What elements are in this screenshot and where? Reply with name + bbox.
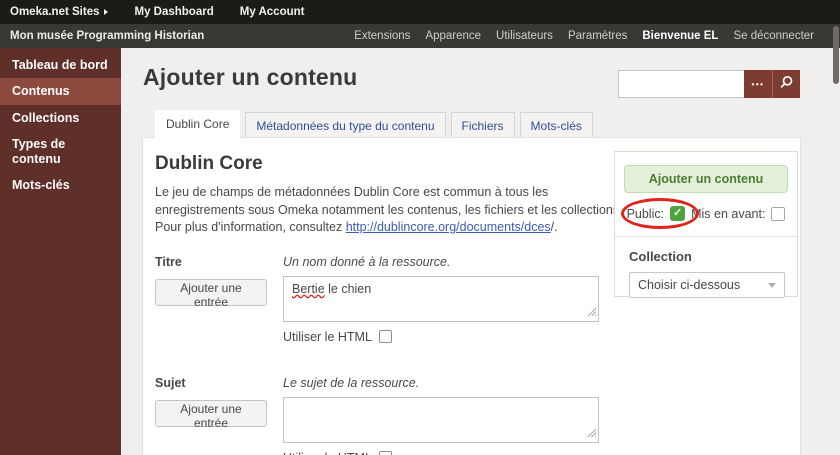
advanced-search-button[interactable]: ••• xyxy=(744,70,772,98)
public-featured-row: Public: ✓ Mis en avant: xyxy=(615,198,797,229)
nav-apparence[interactable]: Apparence xyxy=(425,30,481,42)
nav-parametres[interactable]: Paramètres xyxy=(568,30,627,42)
sidebar-item-contenus[interactable]: Contenus xyxy=(0,78,121,105)
titre-use-html-label: Utiliser le HTML xyxy=(283,329,372,344)
sidebar-item-tableau-de-bord[interactable]: Tableau de bord xyxy=(0,52,121,78)
welcome-user-link[interactable]: Bienvenue EL xyxy=(642,30,718,42)
sidebar-item-collections[interactable]: Collections xyxy=(0,105,121,131)
field-sujet-label: Sujet xyxy=(155,375,186,390)
titre-add-entry-button[interactable]: Ajouter une entrée xyxy=(155,278,267,309)
sujet-use-html-checkbox[interactable] xyxy=(378,451,392,455)
sujet-use-html-row: Utiliser le HTML xyxy=(283,451,599,455)
omeka-top-bar: Omeka.net Sites My Dashboard My Account xyxy=(0,0,840,24)
collection-select[interactable]: Choisir ci-dessous xyxy=(629,272,785,298)
chevron-down-icon xyxy=(768,282,776,288)
logout-link[interactable]: Se déconnecter xyxy=(733,30,814,42)
field-titre-left: Titre Ajouter une entrée xyxy=(155,253,283,344)
search-bar: ••• xyxy=(618,70,800,98)
caret-right-icon xyxy=(104,9,109,15)
omeka-sites-menu[interactable]: Omeka.net Sites xyxy=(10,6,109,18)
titre-use-html-checkbox[interactable] xyxy=(378,330,392,343)
sujet-add-entry-button[interactable]: Ajouter une entrée xyxy=(155,399,267,430)
field-row-sujet: Sujet Ajouter une entrée Le sujet de la … xyxy=(155,374,800,455)
sidebar-item-types-de-contenu[interactable]: Types de contenu xyxy=(0,131,121,172)
nav-extensions[interactable]: Extensions xyxy=(354,30,410,42)
titre-textarea[interactable]: Bertie le chien xyxy=(283,275,599,322)
admin-bar: Mon musée Programming Historian Extensio… xyxy=(0,24,840,48)
field-titre-hint: Un nom donné à la ressource. xyxy=(283,254,451,269)
check-icon: ✓ xyxy=(672,207,683,219)
tab-fichiers[interactable]: Fichiers xyxy=(450,112,515,139)
featured-checkbox[interactable] xyxy=(771,206,786,221)
nav-utilisateurs[interactable]: Utilisateurs xyxy=(496,30,553,42)
titre-value-rest: le chien xyxy=(324,281,372,296)
omeka-sites-label: Omeka.net Sites xyxy=(10,6,100,18)
sidebar: Tableau de bord Contenus Collections Typ… xyxy=(0,48,121,455)
main-area: Ajouter un contenu ••• Dublin Core Métad… xyxy=(121,48,840,455)
collection-label: Collection xyxy=(629,249,692,264)
vertical-scrollbar-thumb[interactable] xyxy=(833,26,839,84)
my-account-label: My Account xyxy=(239,6,305,18)
site-title-link[interactable]: Mon musée Programming Historian xyxy=(10,30,204,42)
admin-bar-nav: Extensions Apparence Utilisateurs Paramè… xyxy=(354,30,814,42)
description-text-after: /. xyxy=(550,220,558,234)
add-content-submit-button[interactable]: Ajouter un contenu xyxy=(624,165,788,193)
search-icon xyxy=(779,75,794,93)
my-dashboard-link[interactable]: My Dashboard xyxy=(134,6,213,18)
panel-divider xyxy=(615,236,797,237)
public-label: Public: xyxy=(626,206,665,221)
sujet-textarea[interactable] xyxy=(283,396,599,443)
dublin-core-description: Le jeu de champs de métadonnées Dublin C… xyxy=(155,184,623,237)
resize-handle-icon[interactable] xyxy=(587,306,597,320)
field-titre-right: Un nom donné à la ressource. Bertie le c… xyxy=(283,253,599,344)
field-sujet-left: Sujet Ajouter une entrée xyxy=(155,374,283,455)
search-input[interactable] xyxy=(618,70,744,98)
page-title: Ajouter un contenu xyxy=(143,64,358,90)
field-titre-label: Titre xyxy=(155,254,182,269)
tab-metadonnees-type[interactable]: Métadonnées du type du contenu xyxy=(245,112,446,139)
field-sujet-right: Le sujet de la ressource. Utiliser le HT… xyxy=(283,374,599,455)
collection-selected-value: Choisir ci-dessous xyxy=(638,278,741,292)
save-panel: Ajouter un contenu Public: ✓ Mis en avan… xyxy=(614,151,798,298)
sidebar-item-mots-cles[interactable]: Mots-clés xyxy=(0,172,121,198)
featured-label: Mis en avant: xyxy=(691,206,766,221)
search-submit-button[interactable] xyxy=(772,70,800,98)
titre-value-misspelled: Bertie xyxy=(292,281,325,296)
field-sujet-hint: Le sujet de la ressource. xyxy=(283,375,420,390)
titre-use-html-row: Utiliser le HTML xyxy=(283,330,599,344)
my-dashboard-label: My Dashboard xyxy=(134,6,214,18)
resize-handle-icon[interactable] xyxy=(587,427,597,441)
sujet-use-html-label: Utiliser le HTML xyxy=(283,451,372,455)
ellipsis-icon: ••• xyxy=(751,79,765,89)
my-account-link[interactable]: My Account xyxy=(240,6,305,18)
dublincore-link[interactable]: http://dublincore.org/documents/dces xyxy=(346,220,551,234)
public-checkbox-checked[interactable]: ✓ xyxy=(670,206,686,221)
page-layout: Tableau de bord Contenus Collections Typ… xyxy=(0,48,840,455)
tab-mots-cles[interactable]: Mots-clés xyxy=(519,112,593,139)
content-tabs: Dublin Core Métadonnées du type du conte… xyxy=(155,110,593,139)
tab-dublin-core[interactable]: Dublin Core xyxy=(155,110,241,139)
